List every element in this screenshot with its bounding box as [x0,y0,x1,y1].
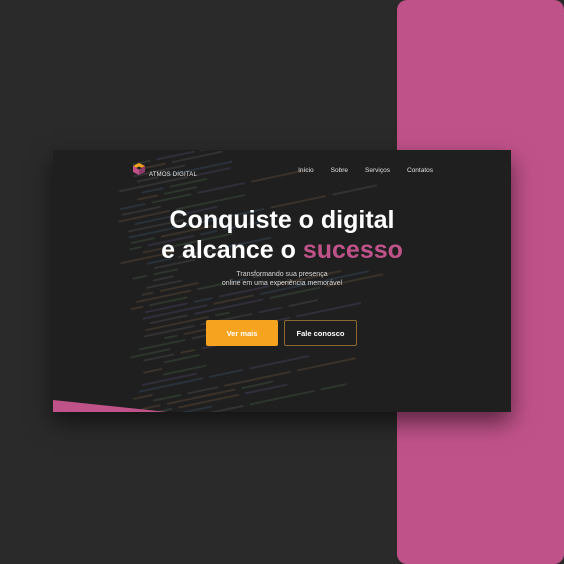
hero-title-line1: Conquiste o digital [169,206,395,234]
code-line [163,334,179,340]
nav-item-inicio[interactable]: Início [298,167,314,174]
hero-subtitle-line2: online em uma experiência memorável [221,280,343,287]
code-line [215,311,231,317]
code-line [296,301,362,318]
hero-title-accent: sucesso [302,236,403,264]
code-line [249,389,315,406]
nav-item-servicos[interactable]: Serviços [365,167,390,174]
code-line [296,357,356,372]
nav-links: Início Sobre Serviços Contatos [298,167,433,174]
code-line [258,306,283,314]
atmos-logo-icon [133,163,145,175]
hero-subtitle-line1: Transformando sua presença [236,271,328,278]
brand-logo[interactable]: ATMOS DIGITAL [131,160,197,178]
code-line [209,368,244,378]
hero-subtitle: Transformando sua presença online em uma… [53,270,511,288]
code-line [143,367,163,374]
fale-conosco-button[interactable]: Fale conosco [284,320,357,346]
code-line [249,354,310,370]
code-line [180,348,196,354]
hero-title-line2-prefix: e alcance o [161,236,303,264]
nav-item-sobre[interactable]: Sobre [331,167,348,174]
nav-item-contatos[interactable]: Contatos [407,167,433,174]
code-line [193,297,213,303]
brand-name: ATMOS DIGITAL [149,172,198,178]
website-preview: ATMOS DIGITAL Início Sobre Serviços Cont… [53,150,511,412]
code-line [141,291,154,296]
hero-title: Conquiste o digital e alcance o sucesso [53,205,511,265]
code-line [136,194,159,201]
code-line [130,305,144,311]
code-line [288,298,319,308]
hero-title-line2: e alcance o sucesso [53,235,511,265]
code-line [320,383,347,391]
code-line [132,393,153,401]
ver-mais-button[interactable]: Ver mais [206,320,278,346]
navbar: ATMOS DIGITAL Início Sobre Serviços Cont… [53,150,511,190]
